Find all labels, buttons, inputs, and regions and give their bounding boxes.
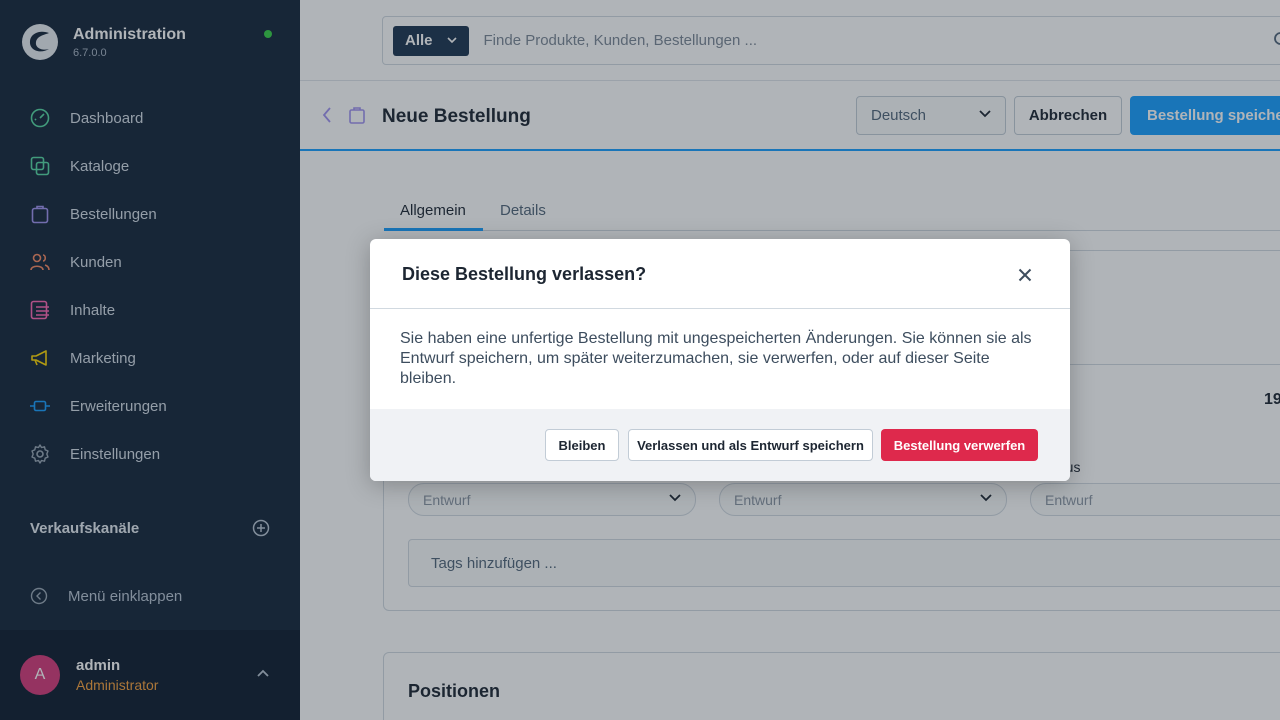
close-icon[interactable] xyxy=(1018,268,1032,282)
modal-title: Diese Bestellung verlassen? xyxy=(402,264,647,284)
modal-footer: Bleiben Verlassen und als Entwurf speich… xyxy=(370,409,1070,481)
stay-button[interactable]: Bleiben xyxy=(545,429,619,461)
modal-body: Sie haben eine unfertige Bestellung mit … xyxy=(400,330,1032,387)
save-as-draft-button[interactable]: Verlassen und als Entwurf speichern xyxy=(628,429,873,461)
modal-header: Diese Bestellung verlassen? xyxy=(370,239,1070,309)
discard-order-button[interactable]: Bestellung verwerfen xyxy=(881,429,1038,461)
leave-order-modal: Diese Bestellung verlassen? Sie haben ei… xyxy=(370,239,1070,481)
